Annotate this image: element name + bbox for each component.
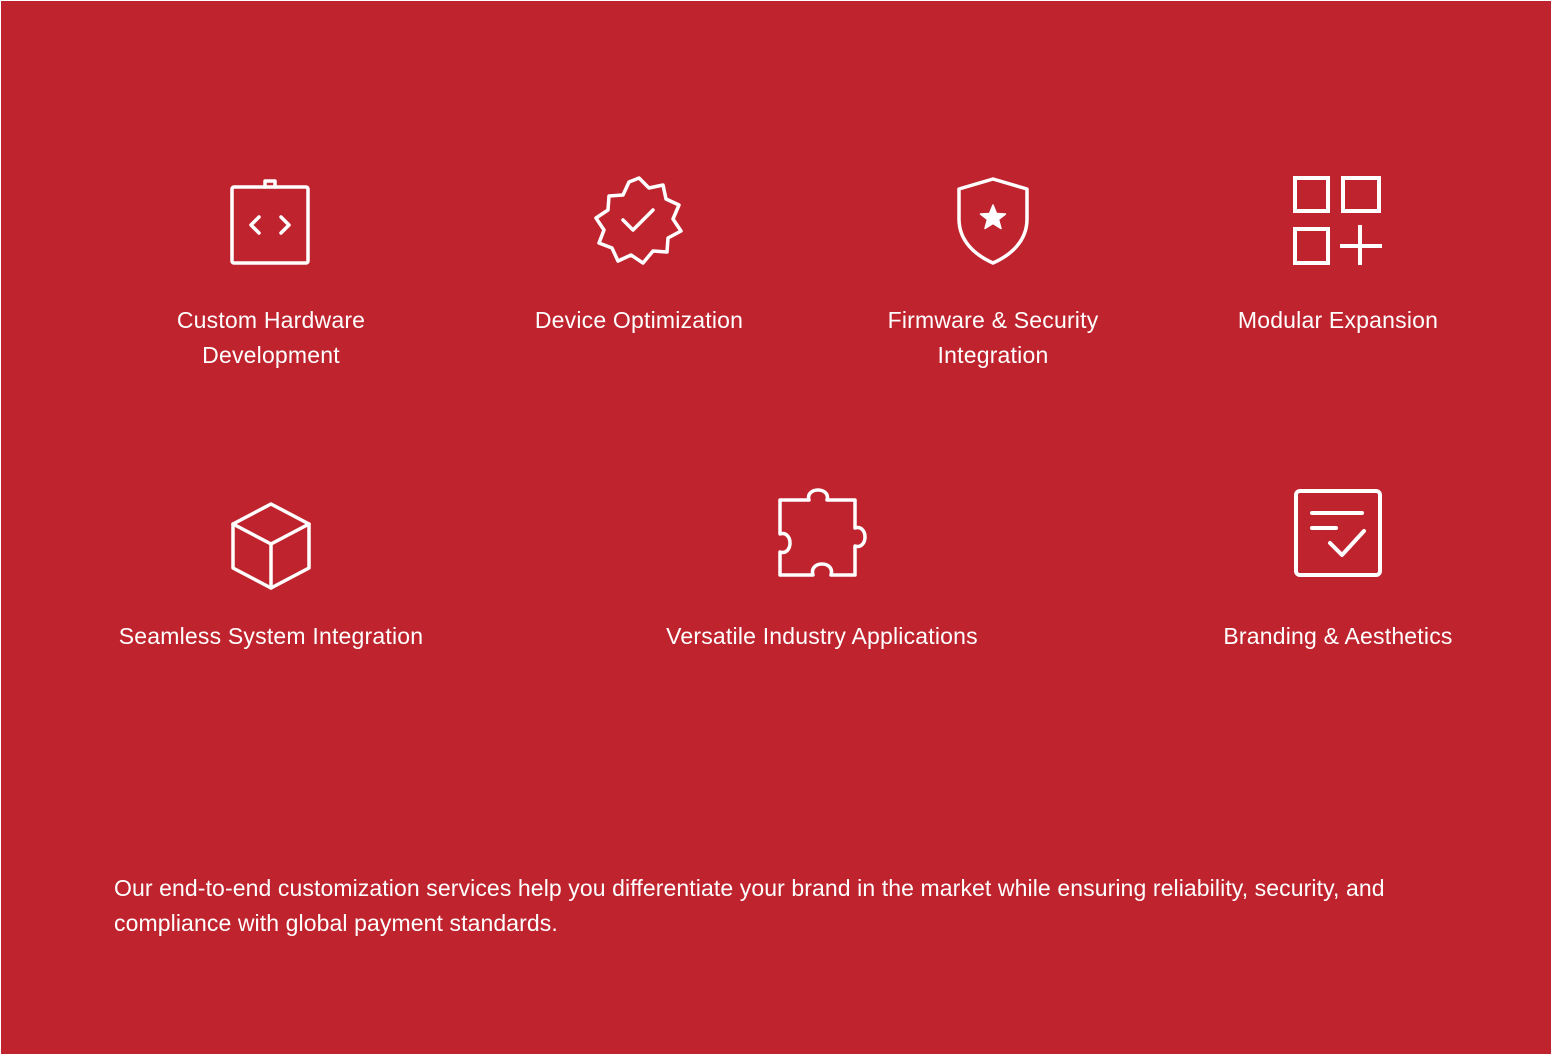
feature-label: Versatile Industry Applications xyxy=(666,623,978,649)
feature-label: Device Optimization xyxy=(534,307,744,333)
feature-label: Seamless System Integration xyxy=(118,623,424,649)
section-description: Our end-to-end customization services he… xyxy=(114,875,1385,936)
feature-branding-aesthetics: Branding & Aesthetics xyxy=(1188,487,1488,654)
feature-modular-expansion: Modular Expansion xyxy=(1208,175,1468,338)
feature-firmware-security: Firmware & Security Integration xyxy=(863,175,1123,373)
feature-label: Branding & Aesthetics xyxy=(1223,623,1453,649)
feature-custom-hardware: Custom Hardware Development xyxy=(141,175,401,373)
cube-icon xyxy=(101,500,441,592)
feature-versatile-applications: Versatile Industry Applications xyxy=(622,487,1022,654)
feature-seamless-integration: Seamless System Integration xyxy=(101,500,441,654)
verified-badge-icon xyxy=(509,175,769,267)
feature-label: Firmware & Security Integration xyxy=(887,307,1099,368)
checklist-icon xyxy=(1188,487,1488,579)
feature-label: Custom Hardware Development xyxy=(176,307,366,368)
puzzle-piece-icon xyxy=(622,487,1022,579)
feature-label: Modular Expansion xyxy=(1237,307,1439,333)
customization-section: Custom Hardware Development Device Optim… xyxy=(1,1,1551,1054)
feature-device-optimization: Device Optimization xyxy=(509,175,769,338)
shield-star-icon xyxy=(863,175,1123,267)
add-module-grid-icon xyxy=(1208,175,1468,267)
code-clipboard-icon xyxy=(141,175,401,267)
